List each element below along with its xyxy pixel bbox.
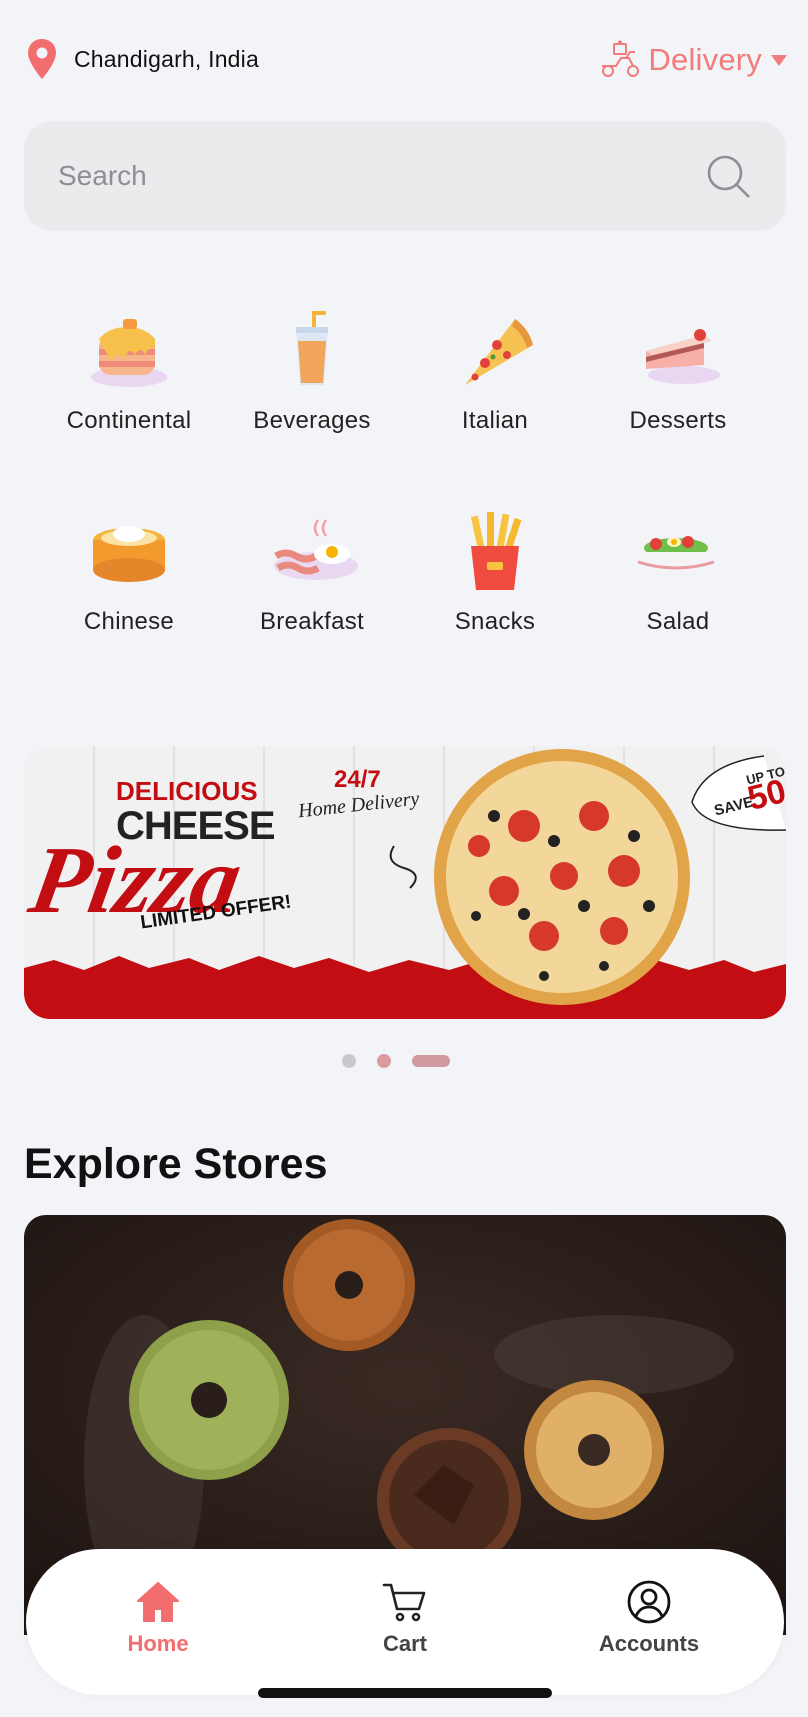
bottom-tab-bar: Home Cart Accounts — [26, 1549, 784, 1695]
location-label: Chandigarh, India — [74, 45, 259, 72]
top-bar: Chandigarh, India Delivery — [0, 0, 808, 110]
drink-icon — [296, 311, 328, 385]
category-salad[interactable]: Salad — [588, 506, 768, 636]
home-indicator[interactable] — [258, 1688, 552, 1698]
category-chinese[interactable]: Chinese — [39, 506, 219, 636]
delivery-scooter-icon — [602, 40, 640, 77]
section-title: Explore Stores — [24, 1140, 328, 1188]
category-label: Desserts — [629, 407, 727, 434]
category-breakfast[interactable]: Breakfast — [222, 506, 402, 636]
tab-accounts-label: Accounts — [598, 1631, 700, 1656]
category-desserts[interactable]: Desserts — [588, 305, 768, 435]
caret-down-icon — [771, 55, 787, 66]
tab-cart-label: Cart — [382, 1631, 427, 1656]
cake-icon — [646, 329, 720, 384]
salad-icon — [634, 536, 718, 574]
banner-line1: DELICIOUS — [116, 776, 258, 806]
category-label: Beverages — [253, 407, 371, 434]
search-bar — [24, 121, 786, 231]
category-beverages[interactable]: Beverages — [222, 305, 402, 435]
category-label: Breakfast — [259, 608, 365, 635]
carousel-indicator — [342, 1054, 450, 1068]
pancake-icon — [91, 319, 167, 387]
tab-home[interactable]: Home — [78, 1579, 238, 1657]
tab-accounts[interactable]: Accounts — [569, 1579, 729, 1657]
carousel-dot[interactable] — [342, 1054, 356, 1068]
promo-banner[interactable]: DELICIOUS CHEESE Pizza LIMITED OFFER! 24… — [24, 746, 786, 1019]
bacon-egg-icon — [274, 519, 358, 580]
cart-icon — [382, 1583, 426, 1622]
home-icon — [137, 1582, 179, 1622]
location-selector[interactable]: Chandigarh, India — [26, 38, 259, 80]
category-label: Salad — [646, 608, 710, 635]
map-pin-icon — [28, 39, 56, 79]
delivery-mode-dropdown[interactable]: Delivery — [598, 40, 788, 80]
category-snacks[interactable]: Snacks — [405, 506, 585, 636]
category-label: Italian — [461, 407, 529, 434]
carousel-dot[interactable] — [377, 1054, 391, 1068]
category-label: Chinese — [83, 608, 175, 635]
search-input[interactable] — [58, 160, 704, 192]
category-label: Continental — [66, 407, 192, 434]
tab-cart[interactable]: Cart — [325, 1579, 485, 1657]
delivery-label: Delivery — [648, 42, 762, 77]
category-italian[interactable]: Italian — [405, 305, 585, 435]
carousel-dot-active[interactable] — [412, 1055, 450, 1067]
account-icon — [627, 1580, 671, 1624]
pizza-slice-icon — [465, 319, 533, 385]
fries-icon — [470, 512, 522, 590]
tab-home-label: Home — [127, 1631, 189, 1656]
category-continental[interactable]: Continental — [39, 305, 219, 435]
category-label: Snacks — [454, 608, 536, 635]
dim-sum-icon — [93, 526, 165, 582]
search-icon[interactable] — [704, 152, 752, 200]
banner-tag1: 24/7 — [334, 766, 381, 793]
